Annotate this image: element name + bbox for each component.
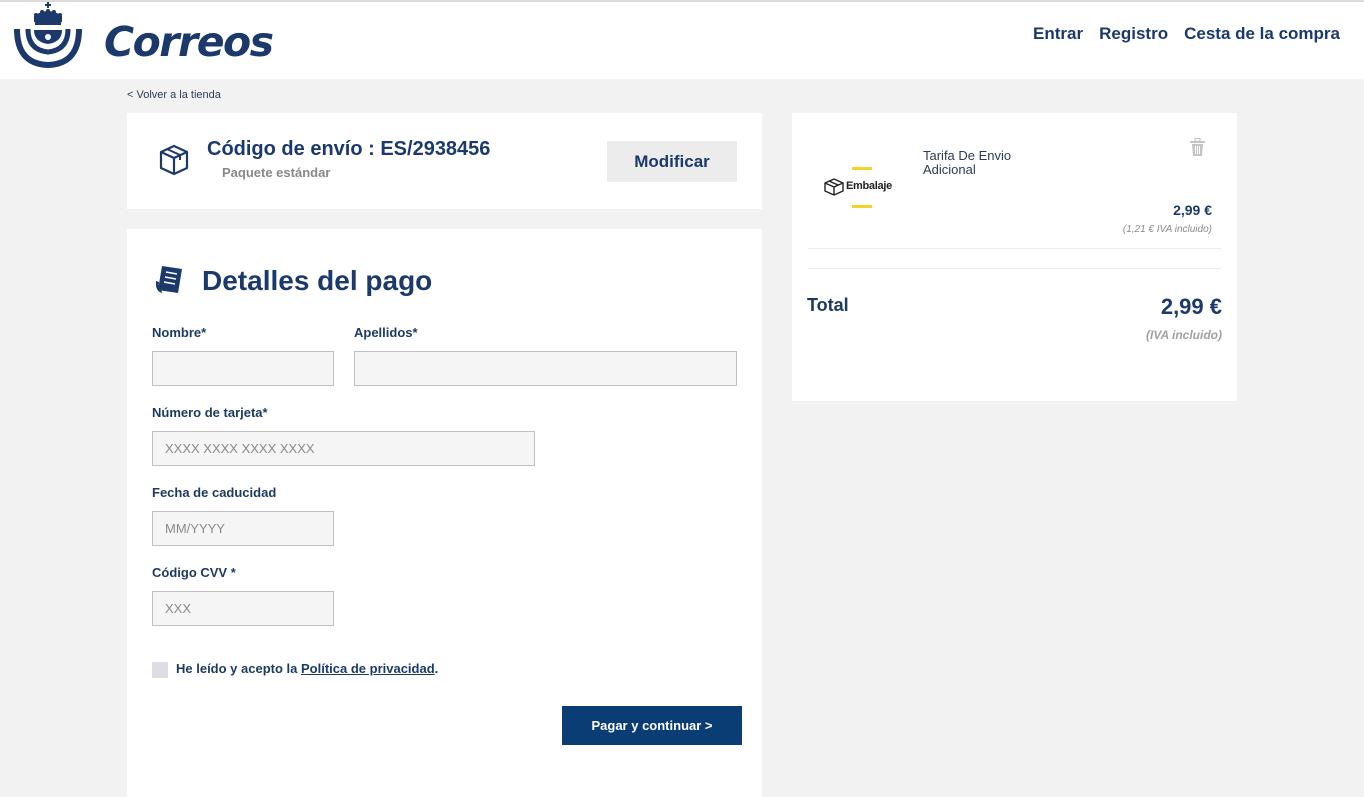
expiry-label: Fecha de caducidad [152, 485, 277, 500]
nav-register-link[interactable]: Registro [1099, 24, 1168, 44]
order-summary-card: Embalaje Tarifa De Envio Adicional 2,99 … [792, 113, 1237, 401]
embalaje-logo: Embalaje [822, 165, 902, 211]
shipping-card: Código de envío : ES/2938456 Paquete est… [127, 113, 762, 209]
payment-card: Detalles del pago Nombre* Apellidos* Núm… [127, 229, 762, 797]
brand-name: Correos [104, 18, 274, 66]
privacy-consent-text: He leído y acepto la Política de privaci… [176, 661, 438, 676]
logo-accent-bar-top [852, 167, 872, 170]
back-to-store-link[interactable]: < Volver a la tienda [127, 89, 221, 101]
card-number-input[interactable] [152, 431, 535, 466]
total-value: 2,99 € [1160, 294, 1222, 319]
correos-crown-logo-icon [14, 2, 82, 69]
embalaje-logo-text: Embalaje [846, 180, 892, 192]
last-name-input[interactable] [354, 351, 737, 386]
trash-icon[interactable] [1189, 138, 1206, 157]
item-name: Tarifa De Envio Adicional [923, 148, 1012, 177]
nav-login-link[interactable]: Entrar [1033, 24, 1083, 44]
expiry-input[interactable] [152, 511, 334, 546]
first-name-label: Nombre* [152, 325, 207, 340]
site-header: Correos Entrar Registro Cesta de la comp… [0, 2, 1364, 79]
embalaje-box-icon [824, 178, 844, 196]
item-divider [808, 248, 1221, 249]
privacy-prefix: He leído y acepto la [176, 661, 301, 676]
shipping-code-title: Código de envío : ES/2938456 [207, 138, 491, 160]
nav-cart-link[interactable]: Cesta de la compra [1184, 24, 1340, 44]
total-divider [808, 268, 1221, 269]
payment-title: Detalles del pago [202, 265, 433, 296]
top-nav: Entrar Registro Cesta de la compra [1033, 24, 1340, 44]
logo-accent-bar-bottom [852, 205, 872, 208]
item-iva-note: (1,21 € IVA incluido) [1122, 224, 1212, 235]
package-box-icon [159, 144, 189, 176]
total-label: Total [807, 295, 849, 315]
privacy-policy-link[interactable]: Política de privacidad [301, 661, 435, 676]
correos-logo[interactable]: Correos [14, 2, 274, 72]
cvv-label: Código CVV * [152, 565, 236, 580]
total-iva-note: (IVA incluido) [1146, 328, 1222, 342]
privacy-suffix: . [434, 661, 439, 676]
privacy-checkbox[interactable] [152, 662, 168, 678]
first-name-input[interactable] [152, 351, 334, 386]
item-price: 2,99 € [1173, 202, 1212, 218]
receipt-icon [155, 266, 182, 293]
cvv-input[interactable] [152, 591, 334, 626]
card-number-label: Número de tarjeta* [152, 405, 268, 420]
modify-button[interactable]: Modificar [607, 141, 737, 182]
shipping-type: Paquete estándar [222, 165, 331, 180]
pay-continue-button[interactable]: Pagar y continuar > [562, 706, 742, 745]
last-name-label: Apellidos* [354, 325, 418, 340]
